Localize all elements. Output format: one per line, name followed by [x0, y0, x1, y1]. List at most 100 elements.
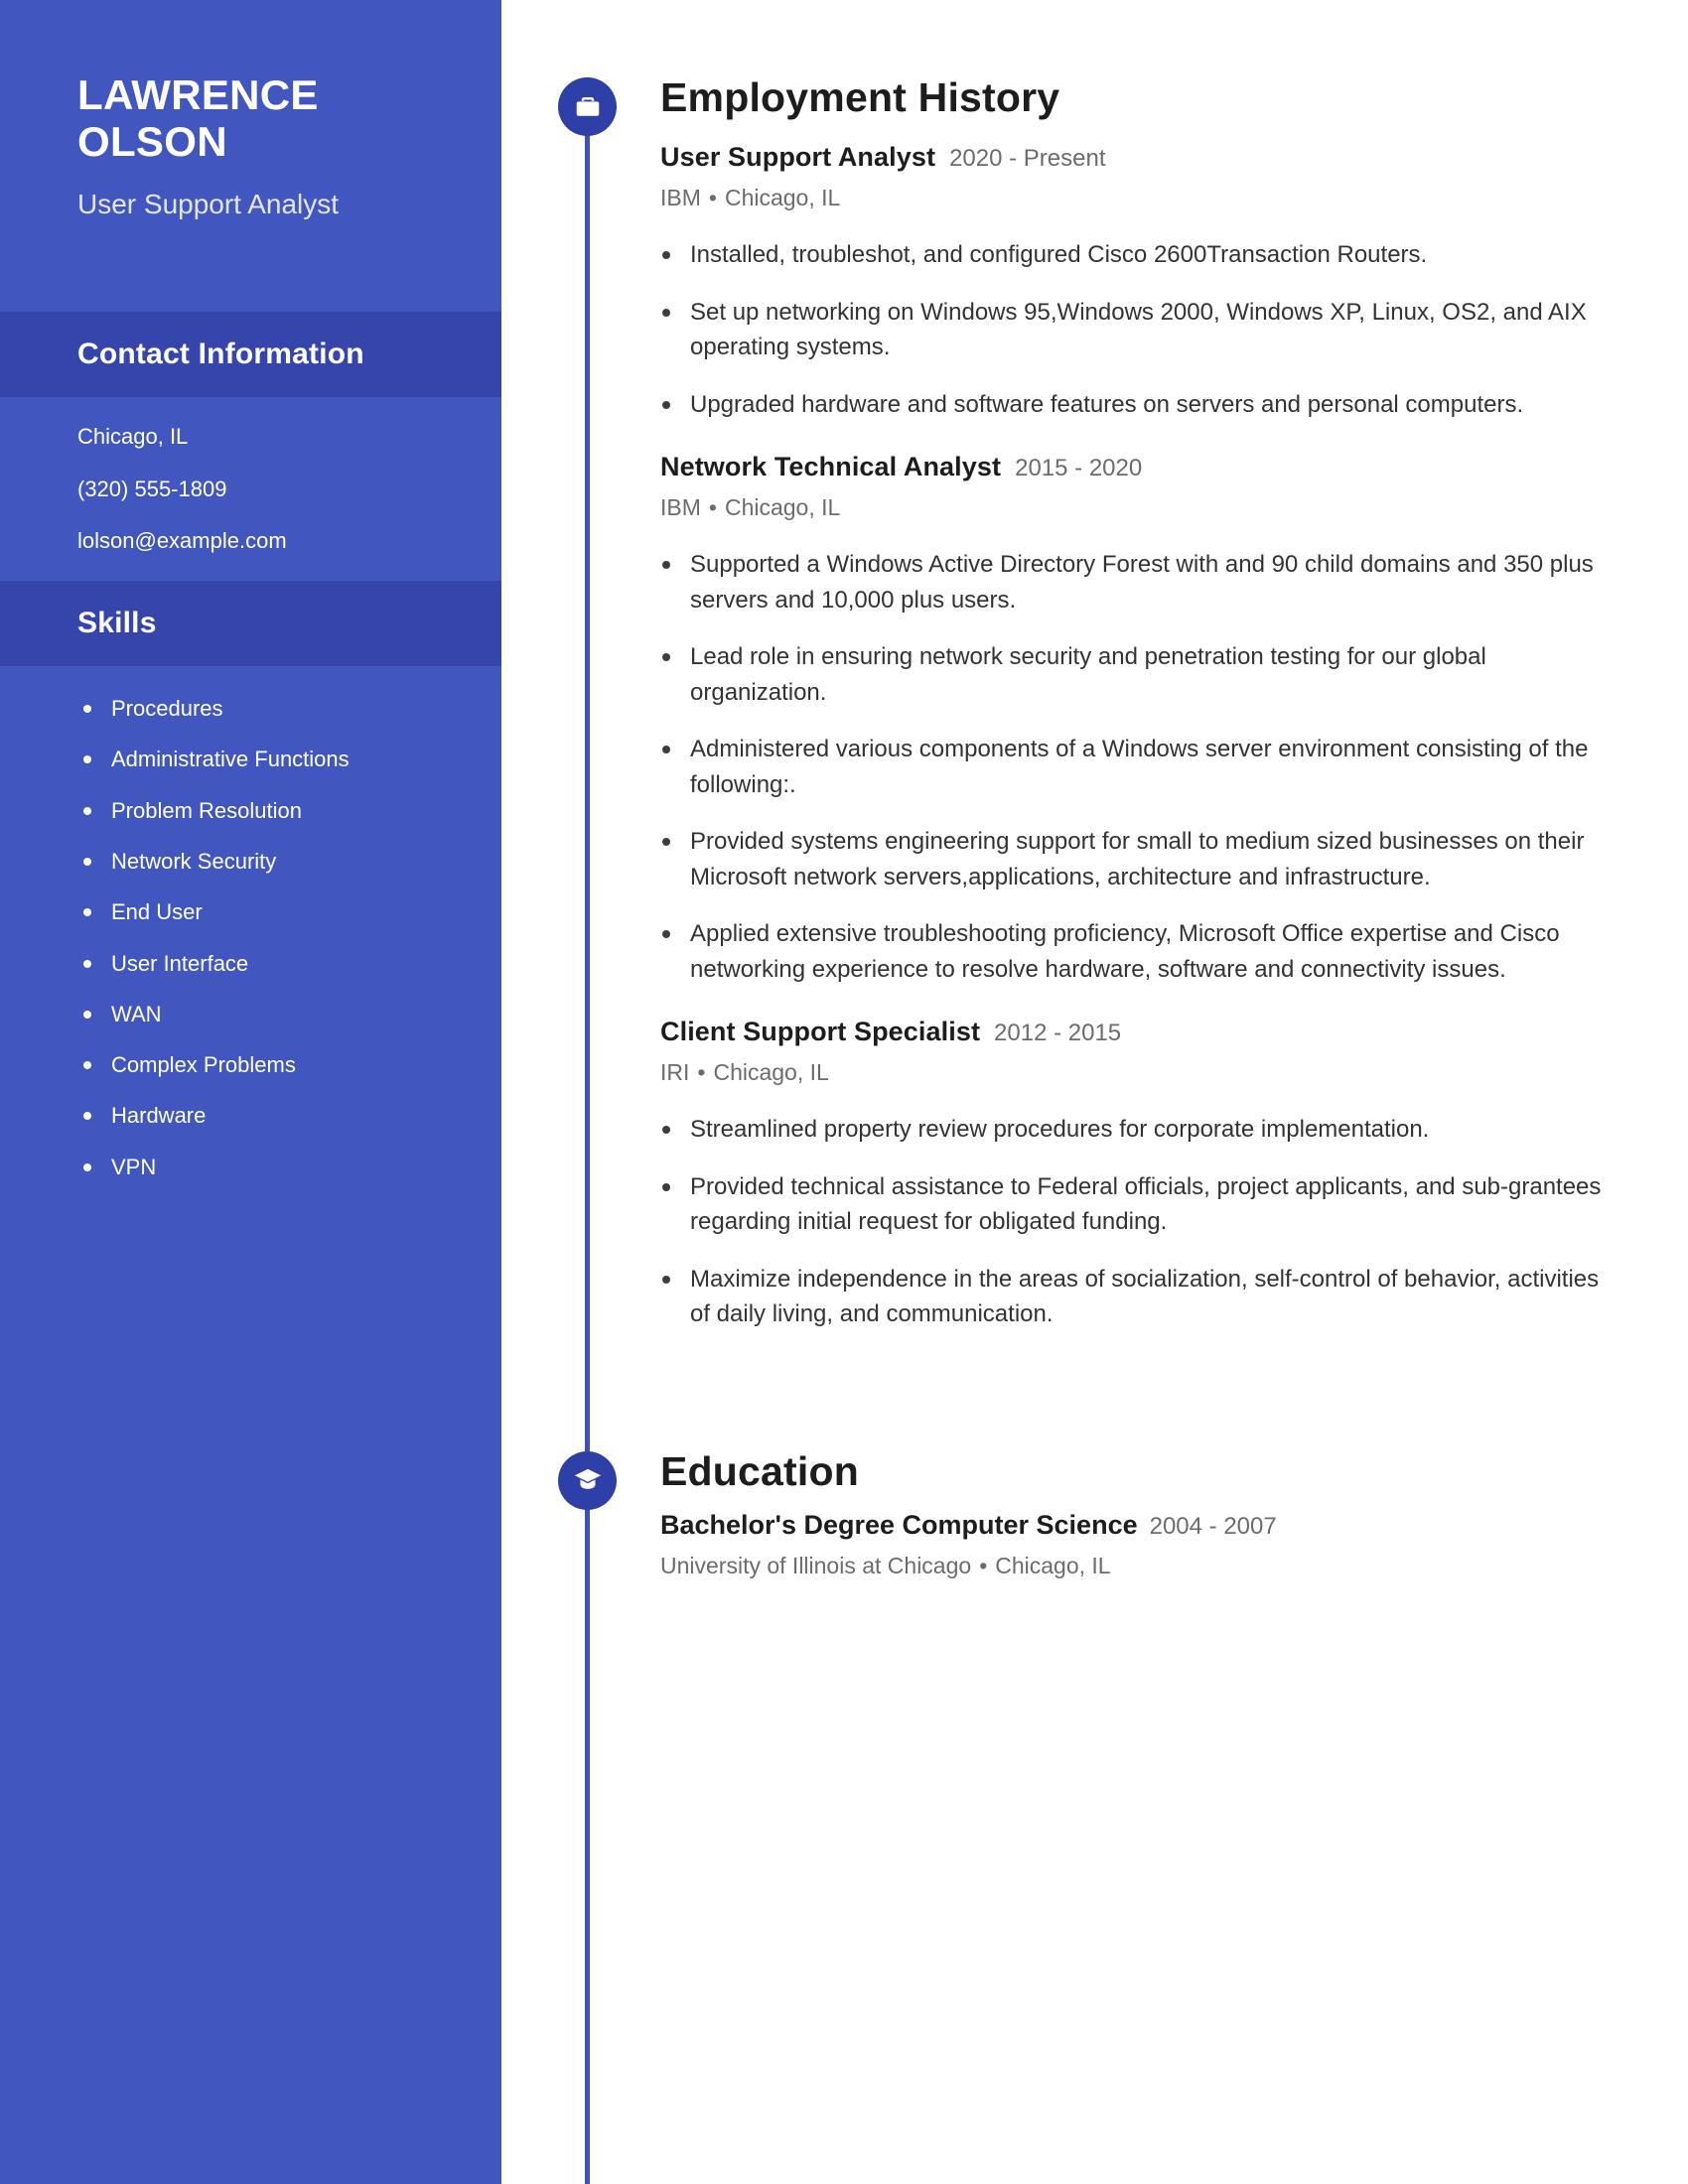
skill-label: Administrative Functions: [111, 747, 350, 772]
entry-bullet: Lead role in ensuring network security a…: [660, 639, 1618, 710]
skill-item: End User: [77, 899, 452, 924]
education-entries: Bachelor's Degree Computer Science 2004 …: [501, 1510, 1688, 1579]
bullet-dot-icon: [662, 1126, 670, 1135]
bullet-dot-icon: [662, 1275, 670, 1284]
skill-label: WAN: [111, 1001, 162, 1026]
skill-item: Administrative Functions: [77, 747, 452, 771]
education-section: Education Bachelor's Degree Computer Sci…: [501, 1332, 1688, 1579]
skill-label: User Interface: [111, 950, 249, 976]
entry-bullet: Provided systems engineering support for…: [660, 824, 1618, 894]
entry-bullets: Installed, troubleshot, and configured C…: [660, 237, 1688, 422]
entry-meta: IBM • Chicago, IL: [660, 494, 1688, 521]
separator-dot-icon: •: [979, 1552, 988, 1578]
bullet-text: Streamlined property review procedures f…: [690, 1116, 1430, 1144]
skills-section-heading: Skills: [0, 581, 501, 667]
full-name: LAWRENCE OLSON: [77, 71, 424, 165]
entry-bullet: Administered various components of a Win…: [660, 732, 1618, 802]
bullet-dot-icon: [83, 1112, 91, 1121]
skill-item: Network Security: [77, 849, 452, 874]
bullet-dot-icon: [662, 1182, 670, 1191]
entry-location: Chicago, IL: [724, 185, 841, 210]
education-dates: 2004 - 2007: [1149, 1512, 1277, 1540]
skill-item: Complex Problems: [77, 1052, 452, 1077]
contact-phone[interactable]: (320) 555-1809: [77, 477, 442, 501]
skill-item: VPN: [77, 1155, 452, 1179]
entry-title-row: User Support Analyst 2020 - Present: [660, 142, 1688, 173]
entry-dates: 2012 - 2015: [994, 1020, 1122, 1047]
first-name: LAWRENCE: [77, 71, 319, 118]
bullet-dot-icon: [83, 959, 91, 968]
entry-bullets: Supported a Windows Active Directory For…: [660, 547, 1688, 987]
bullet-text: Administered various components of a Win…: [690, 736, 1589, 798]
entry-company: IRI: [660, 1059, 690, 1086]
bullet-text: Applied extensive troubleshooting profic…: [690, 920, 1560, 983]
entry-bullet: Upgraded hardware and software features …: [660, 387, 1618, 423]
graduation-cap-icon: [558, 1450, 617, 1510]
bullet-dot-icon: [662, 400, 670, 409]
bullet-dot-icon: [662, 251, 670, 259]
bullet-dot-icon: [662, 930, 670, 939]
employment-entry: User Support Analyst 2020 - Present IBM •…: [660, 142, 1688, 422]
education-entry: Bachelor's Degree Computer Science 2004 …: [660, 1510, 1688, 1579]
separator-dot-icon: •: [697, 1059, 706, 1086]
bullet-text: Upgraded hardware and software features …: [690, 390, 1524, 418]
contact-email[interactable]: lolson@example.com: [77, 528, 442, 553]
name-block: LAWRENCE OLSON User Support Analyst: [0, 0, 501, 222]
bullet-dot-icon: [83, 755, 91, 764]
skill-item: Procedures: [77, 696, 452, 721]
entry-meta: IBM • Chicago, IL: [660, 185, 1688, 211]
bullet-text: Set up networking on Windows 95,Windows …: [690, 298, 1587, 361]
entry-role: Network Technical Analyst: [660, 452, 1002, 482]
employment-header-row: Employment History: [501, 77, 1688, 136]
bullet-dot-icon: [83, 1061, 91, 1070]
entry-title-row: Client Support Specialist 2012 - 2015: [660, 1017, 1688, 1047]
entry-meta: IRI • Chicago, IL: [660, 1059, 1688, 1086]
employment-entry: Client Support Specialist 2012 - 2015 IR…: [660, 1017, 1688, 1332]
bullet-dot-icon: [83, 705, 91, 714]
bullet-dot-icon: [662, 308, 670, 317]
entry-bullet: Applied extensive troubleshooting profic…: [660, 916, 1618, 987]
skill-item: Problem Resolution: [77, 798, 452, 823]
bullet-dot-icon: [662, 653, 670, 662]
bullet-text: Lead role in ensuring network security a…: [690, 643, 1486, 706]
bullet-dot-icon: [83, 1162, 91, 1171]
skill-label: Hardware: [111, 1103, 207, 1129]
bullet-dot-icon: [83, 857, 91, 866]
bullet-text: Provided technical assistance to Federal…: [690, 1172, 1602, 1236]
education-school: University of Illinois at Chicago: [660, 1552, 972, 1578]
sidebar: LAWRENCE OLSON User Support Analyst Cont…: [0, 0, 501, 2184]
contact-location: Chicago, IL: [77, 424, 189, 450]
main-content: Employment History User Support Analyst …: [501, 0, 1688, 2184]
education-title-row: Bachelor's Degree Computer Science 2004 …: [660, 1510, 1688, 1541]
education-degree: Bachelor's Degree Computer Science: [660, 1509, 1138, 1540]
bullet-dot-icon: [83, 1010, 91, 1019]
entry-bullet: Set up networking on Windows 95,Windows …: [660, 295, 1618, 365]
education-location: Chicago, IL: [995, 1552, 1111, 1578]
skill-label: End User: [111, 899, 203, 925]
skill-label: Problem Resolution: [111, 797, 302, 823]
bullet-dot-icon: [662, 746, 670, 754]
entry-bullet: Installed, troubleshot, and configured C…: [660, 237, 1618, 273]
entry-company: IBM: [660, 185, 701, 210]
entry-company: IBM: [660, 494, 701, 521]
contact-section-heading: Contact Information: [0, 312, 501, 398]
entry-role: Client Support Specialist: [660, 1017, 981, 1047]
entry-bullets: Streamlined property review procedures f…: [660, 1112, 1688, 1332]
bullet-text: Maximize independence in the areas of so…: [690, 1265, 1600, 1328]
skill-label: Procedures: [111, 696, 223, 722]
briefcase-icon: [558, 77, 617, 136]
bullet-dot-icon: [83, 908, 91, 917]
bullet-dot-icon: [83, 806, 91, 815]
entry-bullet: Supported a Windows Active Directory For…: [660, 547, 1618, 617]
last-name: OLSON: [77, 118, 227, 166]
skill-item: WAN: [77, 1002, 452, 1026]
skill-label: VPN: [111, 1154, 157, 1179]
entry-location: Chicago, IL: [724, 494, 841, 521]
bullet-dot-icon: [662, 838, 670, 847]
entry-dates: 2015 - 2020: [1015, 455, 1143, 482]
bullet-text: Provided systems engineering support for…: [690, 828, 1585, 890]
entry-dates: 2020 - Present: [949, 145, 1106, 172]
bullet-dot-icon: [662, 561, 670, 570]
entry-title-row: Network Technical Analyst 2015 - 2020: [660, 452, 1688, 482]
